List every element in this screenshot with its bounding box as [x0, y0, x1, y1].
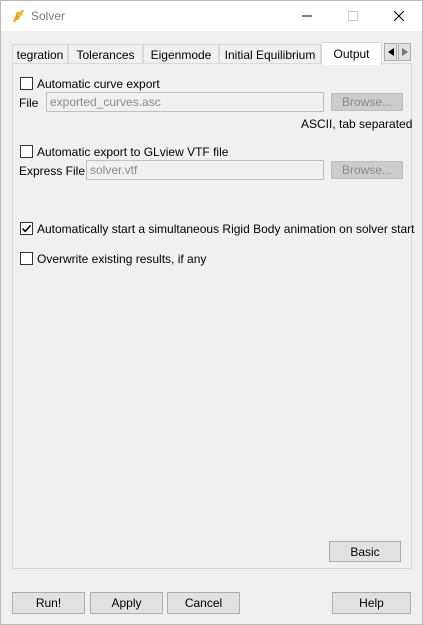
window-title: Solver [31, 9, 66, 23]
run-button[interactable]: Run! [12, 592, 85, 614]
apply-button[interactable]: Apply [90, 592, 163, 614]
help-button[interactable]: Help [332, 592, 411, 614]
tab-label: Initial Equilibrium [224, 47, 316, 62]
tab-output[interactable]: Output [321, 42, 382, 65]
tab-scroll-left-button[interactable] [384, 43, 397, 61]
minimize-button[interactable] [284, 1, 330, 31]
overwrite-results-label: Overwrite existing results, if any [37, 252, 207, 266]
tab-label: Output [333, 47, 370, 61]
app-logo-icon [10, 8, 26, 24]
curve-file-label: File [19, 96, 39, 110]
express-file-field: solver.vtf [86, 160, 324, 180]
curve-export-checkbox[interactable] [20, 77, 33, 90]
tab-integration[interactable]: tegration [12, 44, 68, 64]
tab-scroll-right-button[interactable] [398, 43, 411, 61]
arrow-right-icon [401, 48, 408, 56]
tab-label: Eigenmode [150, 47, 212, 62]
checkmark-icon [21, 224, 32, 233]
solver-window: Solver tegration Tolerances Eigenmode In… [0, 0, 423, 625]
title-bar: Solver [1, 1, 422, 31]
vtf-export-label: Automatic export to GLview VTF file [37, 145, 229, 159]
run-label: Run! [35, 596, 62, 610]
curve-file-field: exported_curves.asc [46, 92, 324, 112]
express-file-label: Express File [19, 164, 86, 178]
apply-label: Apply [111, 596, 142, 610]
curve-format-note: ASCII, tab separated [301, 117, 413, 131]
tab-eigenmode[interactable]: Eigenmode [143, 44, 219, 64]
close-icon [394, 11, 404, 21]
help-label: Help [359, 596, 384, 610]
maximize-icon [348, 11, 358, 21]
cancel-button[interactable]: Cancel [167, 592, 240, 614]
maximize-button [330, 1, 376, 31]
minimize-icon [302, 15, 312, 17]
rigid-body-animation-label: Automatically start a simultaneous Rigid… [37, 222, 415, 236]
close-button[interactable] [376, 1, 422, 31]
arrow-left-icon [387, 48, 394, 56]
curve-export-label: Automatic curve export [37, 77, 160, 91]
vtf-export-checkbox[interactable] [20, 145, 33, 158]
tab-label: tegration [16, 47, 64, 62]
rigid-body-animation-checkbox[interactable] [20, 222, 33, 235]
basic-button[interactable]: Basic [329, 541, 401, 562]
tab-tolerances[interactable]: Tolerances [68, 44, 143, 64]
basic-label: Basic [350, 544, 380, 559]
browse-label: Browse... [341, 95, 392, 109]
curve-browse-button: Browse... [331, 93, 403, 111]
tab-label: Tolerances [76, 47, 135, 62]
tab-initial-equilibrium[interactable]: Initial Equilibrium [219, 44, 321, 64]
output-panel: Automatic curve export File exported_cur… [12, 63, 415, 569]
tab-bar: tegration Tolerances Eigenmode Initial E… [12, 42, 412, 65]
vtf-browse-button: Browse... [331, 161, 403, 179]
overwrite-results-checkbox[interactable] [20, 252, 33, 265]
cancel-label: Cancel [184, 596, 223, 610]
browse-label: Browse... [341, 163, 392, 177]
